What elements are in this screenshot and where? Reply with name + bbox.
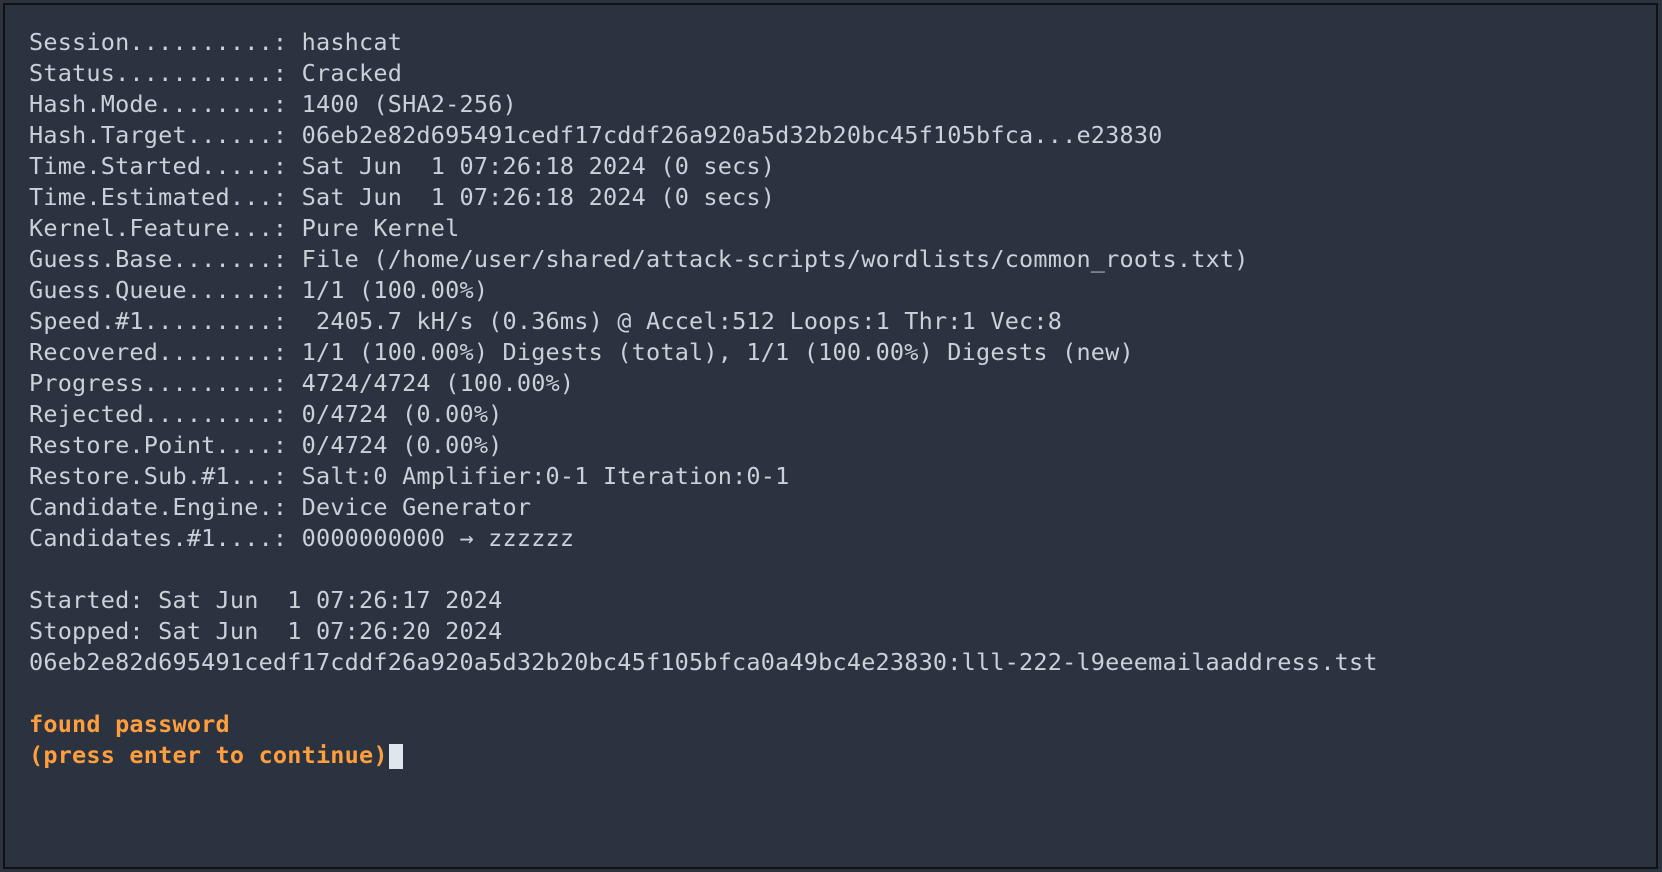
- row-status: Status...........: Cracked: [29, 58, 1638, 89]
- row-started: Started: Sat Jun 1 07:26:17 2024: [29, 585, 1638, 616]
- row-stopped: Stopped: Sat Jun 1 07:26:20 2024: [29, 616, 1638, 647]
- row-restore-point: Restore.Point....: 0/4724 (0.00%): [29, 430, 1638, 461]
- row-candidate-engine: Candidate.Engine.: Device Generator: [29, 492, 1638, 523]
- row-hash-target: Hash.Target......: 06eb2e82d695491cedf17…: [29, 120, 1638, 151]
- row-rejected: Rejected.........: 0/4724 (0.00%): [29, 399, 1638, 430]
- blank-line-2: [29, 678, 1638, 709]
- row-speed: Speed.#1.........: 2405.7 kH/s (0.36ms) …: [29, 306, 1638, 337]
- terminal-window[interactable]: Session..........: hashcat Status.......…: [3, 3, 1658, 869]
- row-time-estimated: Time.Estimated...: Sat Jun 1 07:26:18 20…: [29, 182, 1638, 213]
- row-hash-result: 06eb2e82d695491cedf17cddf26a920a5d32b20b…: [29, 647, 1638, 678]
- row-recovered: Recovered........: 1/1 (100.00%) Digests…: [29, 337, 1638, 368]
- row-time-started: Time.Started.....: Sat Jun 1 07:26:18 20…: [29, 151, 1638, 182]
- row-progress: Progress.........: 4724/4724 (100.00%): [29, 368, 1638, 399]
- row-hash-mode: Hash.Mode........: 1400 (SHA2-256): [29, 89, 1638, 120]
- row-restore-sub: Restore.Sub.#1...: Salt:0 Amplifier:0-1 …: [29, 461, 1638, 492]
- cursor-icon: [389, 744, 403, 769]
- prompt-line[interactable]: (press enter to continue): [29, 740, 1638, 771]
- found-password-text: found password: [29, 709, 1638, 740]
- row-kernel-feature: Kernel.Feature...: Pure Kernel: [29, 213, 1638, 244]
- row-guess-base: Guess.Base.......: File (/home/user/shar…: [29, 244, 1638, 275]
- blank-line: [29, 554, 1638, 585]
- row-guess-queue: Guess.Queue......: 1/1 (100.00%): [29, 275, 1638, 306]
- row-candidates: Candidates.#1....: 0000000000 → zzzzzz: [29, 523, 1638, 554]
- press-enter-text: (press enter to continue): [29, 741, 388, 769]
- row-session: Session..........: hashcat: [29, 27, 1638, 58]
